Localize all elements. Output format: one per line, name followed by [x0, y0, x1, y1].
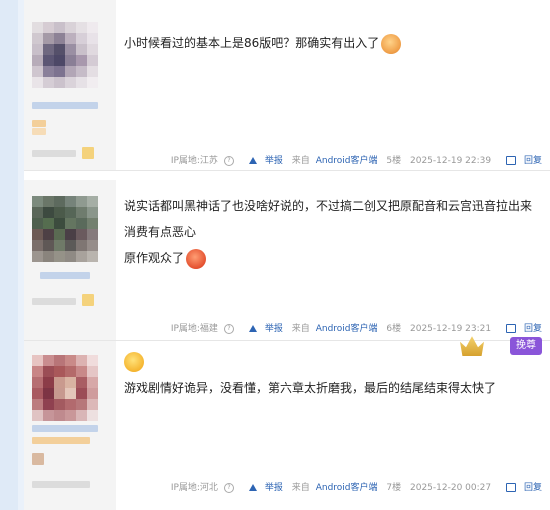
floor-number: 6楼	[386, 324, 402, 334]
client-link[interactable]: Android客户端	[316, 324, 378, 334]
reply-icon	[505, 156, 516, 165]
support-badge-label: 挽尊	[516, 340, 536, 351]
report-link[interactable]: 举报	[243, 324, 283, 334]
support-badge[interactable]: 挽尊	[510, 337, 542, 355]
level-badge	[32, 120, 46, 127]
reply-link[interactable]: 回复	[500, 483, 542, 493]
sad-face-emoji	[381, 33, 402, 54]
post-time: 2025-12-20 00:27	[410, 483, 492, 493]
report-link[interactable]: 举报	[243, 483, 283, 493]
avatar[interactable]	[32, 355, 98, 421]
post-text-line: 小时候看过的基本上是86版吧？那确实有出入了	[124, 36, 380, 50]
post-text-line: 游戏剧情好诡异，没看懂，第六章太折磨我，最后的结尾结束得太快了	[124, 380, 497, 395]
user-medal	[82, 147, 94, 159]
user-panel	[24, 0, 116, 170]
client-source: 来自 Android客户端	[291, 483, 378, 493]
reply-link[interactable]: 回复	[500, 156, 542, 166]
ip-location: IP属地:河北?	[165, 482, 234, 493]
username[interactable]	[32, 425, 98, 432]
post-footer: IP属地:江苏? 举报 来自 Android客户端 5楼 2025-12-19 2…	[159, 153, 542, 166]
floor-number: 7楼	[386, 483, 402, 493]
user-meta	[32, 298, 76, 305]
reply-icon	[505, 324, 516, 333]
floor-number: 5楼	[386, 156, 402, 166]
reply-icon	[505, 483, 516, 492]
post-footer: IP属地:福建? 举报 来自 Android客户端 6楼 2025-12-19 2…	[159, 321, 542, 334]
report-link[interactable]: 举报	[243, 156, 283, 166]
client-source: 来自 Android客户端	[291, 324, 378, 334]
user-panel	[24, 180, 116, 340]
help-icon[interactable]: ?	[223, 323, 234, 334]
post-time: 2025-12-19 23:21	[410, 324, 492, 334]
post-text: 游戏剧情好诡异，没看懂，第六章太折磨我，最后的结尾结束得太快了	[124, 375, 542, 401]
reply-link[interactable]: 回复	[500, 324, 542, 334]
ip-location: IP属地:江苏?	[165, 155, 234, 166]
client-link[interactable]: Android客户端	[316, 156, 378, 166]
warning-icon	[248, 325, 257, 332]
angry-face-emoji	[186, 248, 207, 269]
help-icon[interactable]: ?	[223, 155, 234, 166]
reply-post-7: 游戏剧情好诡异，没看懂，第六章太折磨我，最后的结尾结束得太快了 挽尊 IP属地:…	[24, 336, 550, 510]
user-meta	[32, 150, 76, 157]
left-panel-strip	[0, 0, 18, 510]
user-tag	[32, 453, 44, 465]
post-text: 说实话都叫黑神话了也没啥好说的，不过搞二创又把原配音和云宫迅音拉出来消费有点恶心…	[124, 193, 542, 271]
username[interactable]	[32, 102, 98, 109]
user-tag	[32, 128, 46, 135]
warning-icon	[248, 157, 257, 164]
post-text-line: 原作观众了	[124, 251, 185, 265]
warning-icon	[248, 484, 257, 491]
reply-post-6: 说实话都叫黑神话了也没啥好说的，不过搞二创又把原配音和云宫迅音拉出来消费有点恶心…	[24, 180, 550, 341]
avatar[interactable]	[32, 196, 98, 262]
client-source: 来自 Android客户端	[291, 156, 378, 166]
username[interactable]	[40, 272, 90, 279]
post-time: 2025-12-19 22:39	[410, 156, 492, 166]
avatar[interactable]	[32, 22, 98, 88]
user-medal	[82, 294, 94, 306]
help-icon[interactable]: ?	[223, 482, 234, 493]
post-footer: IP属地:河北? 举报 来自 Android客户端 7楼 2025-12-20 0…	[159, 480, 542, 493]
client-link[interactable]: Android客户端	[316, 483, 378, 493]
post-text-line: 说实话都叫黑神话了也没啥好说的，不过搞二创又把原配音和云宫迅音拉出来消费有点恶心	[124, 199, 533, 239]
level-badge	[32, 437, 90, 444]
ip-location: IP属地:福建?	[165, 323, 234, 334]
smile-face-emoji	[124, 351, 144, 372]
post-text: 小时候看过的基本上是86版吧？那确实有出入了	[124, 30, 542, 56]
reply-post-5: 小时候看过的基本上是86版吧？那确实有出入了 IP属地:江苏? 举报 来自 And…	[24, 0, 550, 171]
user-meta	[32, 481, 90, 488]
user-panel	[24, 341, 116, 510]
